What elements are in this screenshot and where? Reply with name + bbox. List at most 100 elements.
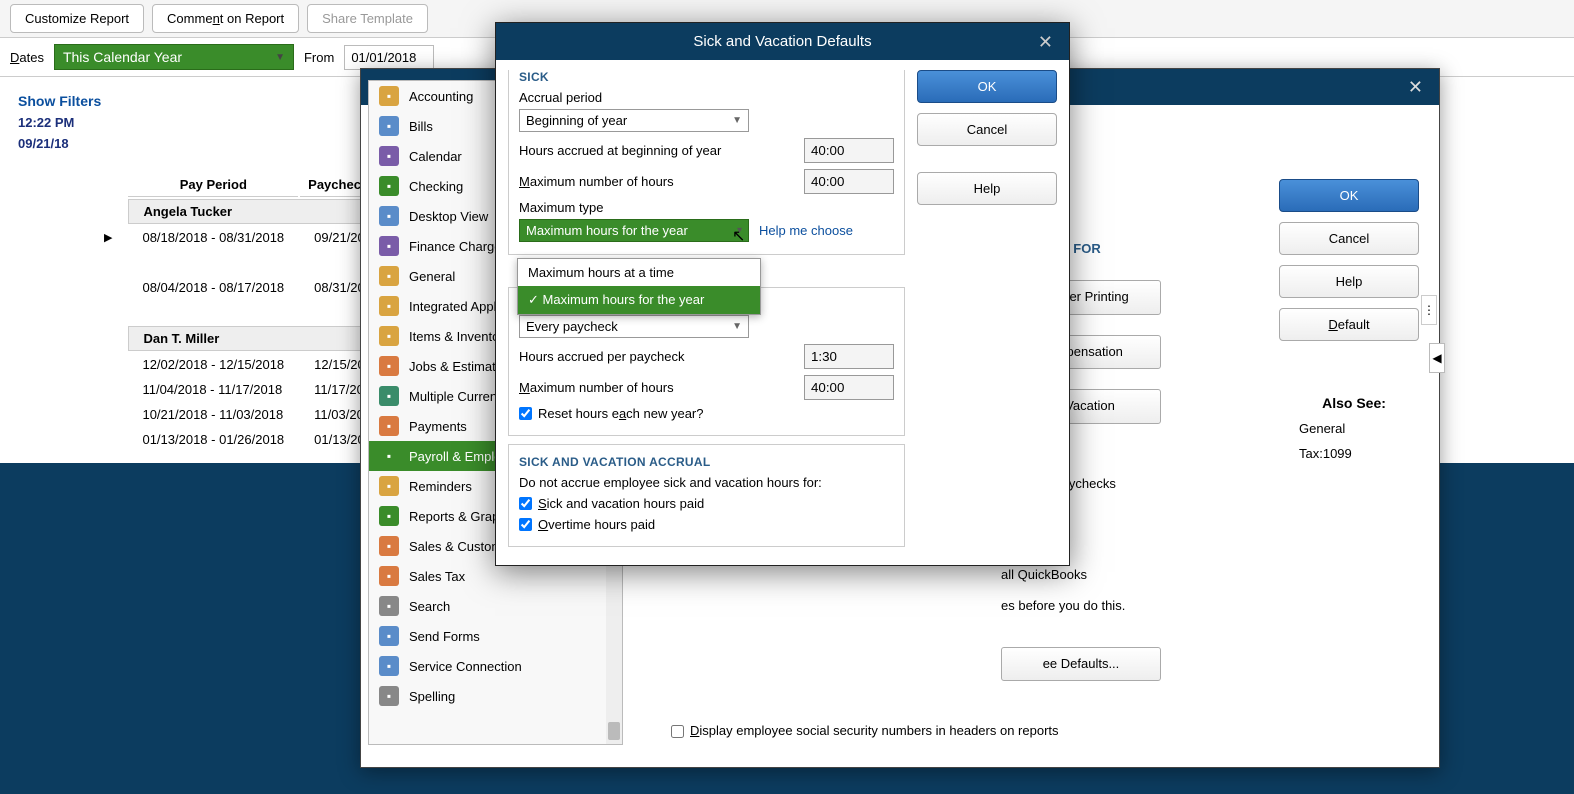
sidebar-item-label: Checking <box>409 179 463 194</box>
dots-icon[interactable]: ⋮ <box>1421 295 1437 325</box>
calendar-icon: ▪ <box>379 146 399 166</box>
send-forms-icon: ▪ <box>379 626 399 646</box>
also-see-link[interactable]: Tax:1099 <box>1289 446 1419 461</box>
prefs-default-button[interactable]: Default <box>1279 308 1419 341</box>
hours-accrued-input[interactable] <box>804 138 894 163</box>
dialog-title: Sick and Vacation Defaults ✕ <box>496 23 1069 60</box>
col-pay-period: Pay Period <box>128 173 298 197</box>
customize-report-button[interactable]: Customize Report <box>10 4 144 33</box>
sidebar-item-service-connection[interactable]: ▪ Service Connection <box>369 651 622 681</box>
sidebar-item-label: Service Connection <box>409 659 522 674</box>
sidebar-item-label: Payments <box>409 419 467 434</box>
sidebar-item-label: Search <box>409 599 450 614</box>
payroll-report-table: Pay Period Paycheck Da Angela Tucker ▶08… <box>88 171 398 453</box>
close-icon[interactable]: ✕ <box>1402 76 1429 99</box>
max-type-select[interactable]: Maximum hours for the year▾ <box>519 219 749 242</box>
payroll-employees-icon: ▪ <box>379 446 399 466</box>
accrual-section-header: SICK AND VACATION ACCRUAL <box>519 455 894 469</box>
desktop-view-icon: ▪ <box>379 206 399 226</box>
search-icon: ▪ <box>379 596 399 616</box>
sick-vacation-paid-checkbox[interactable] <box>519 497 532 510</box>
sidebar-item-label: Accounting <box>409 89 473 104</box>
service-connection-icon: ▪ <box>379 656 399 676</box>
finance-charge-icon: ▪ <box>379 236 399 256</box>
table-row: 10/21/2018 - 11/03/201811/03/2018 <box>90 403 396 426</box>
sidebar-item-label: Spelling <box>409 689 455 704</box>
sidebar-item-spelling[interactable]: ▪ Spelling <box>369 681 622 711</box>
dialog-cancel-button[interactable]: Cancel <box>917 113 1057 146</box>
accounting-icon: ▪ <box>379 86 399 106</box>
display-ssn-label: Display employee social security numbers… <box>690 721 1059 742</box>
prefs-help-button[interactable]: Help <box>1279 265 1419 298</box>
sidebar-item-label: Reminders <box>409 479 472 494</box>
collapse-arrow-icon[interactable]: ◀ <box>1429 343 1445 373</box>
sales-customers-icon: ▪ <box>379 536 399 556</box>
vac-max-hours-input[interactable] <box>804 375 894 400</box>
dialog-help-button[interactable]: Help <box>917 172 1057 205</box>
date-range-select[interactable]: This Calendar Year▼ <box>54 44 294 70</box>
table-row: 12/02/2018 - 12/15/201812/15/2018 <box>90 353 396 376</box>
max-hours-input[interactable] <box>804 169 894 194</box>
max-hours-label: Maximum number of hours <box>519 174 794 189</box>
items-inventory-icon: ▪ <box>379 326 399 346</box>
vac-accrual-period-select[interactable]: Every paycheck▼ <box>519 315 749 338</box>
sidebar-item-label: General <box>409 269 455 284</box>
from-date-input[interactable] <box>344 45 434 70</box>
accrual-desc: Do not accrue employee sick and vacation… <box>519 475 894 490</box>
hours-per-paycheck-input[interactable] <box>804 344 894 369</box>
reports-graphs-icon: ▪ <box>379 506 399 526</box>
prefs-cancel-button[interactable]: Cancel <box>1279 222 1419 255</box>
overtime-paid-label: Overtime hours paid <box>538 517 655 532</box>
pref-text: es before you do this. <box>1001 596 1161 617</box>
prefs-ok-button[interactable]: OK <box>1279 179 1419 212</box>
reset-hours-checkbox[interactable] <box>519 407 532 420</box>
sidebar-item-label: Send Forms <box>409 629 480 644</box>
hours-per-paycheck-label: Hours accrued per paycheck <box>519 349 794 364</box>
from-label: From <box>304 50 334 65</box>
also-see-link[interactable]: General <box>1289 421 1419 436</box>
employee-name: Angela Tucker <box>128 199 396 224</box>
overtime-paid-checkbox[interactable] <box>519 518 532 531</box>
sidebar-item-label: Finance Charge <box>409 239 502 254</box>
sidebar-item-label: Sales Tax <box>409 569 465 584</box>
general-icon: ▪ <box>379 266 399 286</box>
multiple-currencies-icon: ▪ <box>379 386 399 406</box>
sick-vacation-paid-label: Sick and vacation hours paid <box>538 496 704 511</box>
sidebar-item-search[interactable]: ▪ Search <box>369 591 622 621</box>
checking-icon: ▪ <box>379 176 399 196</box>
table-row: 11/04/2018 - 11/17/201811/17/2018 <box>90 378 396 401</box>
integrated-applications-icon: ▪ <box>379 296 399 316</box>
accrual-period-label: Accrual period <box>519 90 894 105</box>
settings-for-header: S FOR <box>1061 239 1161 260</box>
dates-label: Dates <box>10 50 44 65</box>
help-me-choose-link[interactable]: Help me choose <box>759 223 853 238</box>
sales-tax-icon: ▪ <box>379 566 399 586</box>
accrual-period-select[interactable]: Beginning of year▼ <box>519 109 749 132</box>
table-row: 01/13/2018 - 01/26/201801/13/2018 <box>90 428 396 451</box>
jobs-estimates-icon: ▪ <box>379 356 399 376</box>
display-ssn-checkbox[interactable] <box>671 725 684 738</box>
reminders-icon: ▪ <box>379 476 399 496</box>
close-icon[interactable]: ✕ <box>1032 31 1059 54</box>
spelling-icon: ▪ <box>379 686 399 706</box>
sidebar-item-label: Calendar <box>409 149 462 164</box>
reset-hours-label: Reset hours each new year? <box>538 406 704 421</box>
dropdown-item[interactable]: Maximum hours at a time <box>518 259 760 286</box>
sidebar-item-send-forms[interactable]: ▪ Send Forms <box>369 621 622 651</box>
table-row: 08/04/2018 - 08/17/201808/31/2018 <box>90 276 396 299</box>
also-see-header: Also See: <box>1289 395 1419 411</box>
employee-defaults-button[interactable]: ee Defaults... <box>1001 647 1161 682</box>
max-type-label: Maximum type <box>519 200 894 215</box>
employee-name: Dan T. Miller <box>128 326 396 351</box>
sick-vacation-dialog: Sick and Vacation Defaults ✕ SICK Accrua… <box>495 22 1070 566</box>
dialog-ok-button[interactable]: OK <box>917 70 1057 103</box>
vac-max-hours-label: Maximum number of hours <box>519 380 794 395</box>
share-template-button[interactable]: Share Template <box>307 4 428 33</box>
pref-text: all QuickBooks <box>1001 565 1161 586</box>
cursor-icon: ↖ <box>732 226 745 246</box>
comment-report-button[interactable]: Comment on Report <box>152 4 299 33</box>
table-row: ▶08/18/2018 - 08/31/201809/21/2018 <box>90 226 396 249</box>
sick-section-header: SICK <box>519 70 894 84</box>
dropdown-item-selected[interactable]: Maximum hours for the year <box>518 286 760 314</box>
bills-icon: ▪ <box>379 116 399 136</box>
